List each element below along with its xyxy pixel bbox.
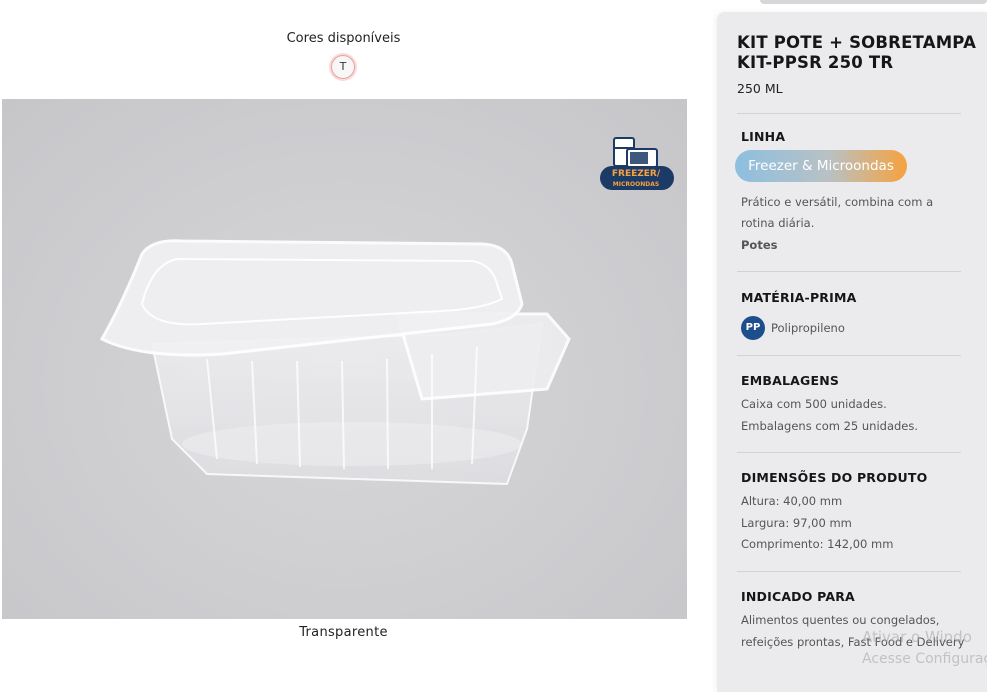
pp-badge: PP bbox=[741, 316, 765, 340]
divider bbox=[737, 452, 961, 453]
dimensao-comprimento: Comprimento: 142,00 mm bbox=[741, 537, 894, 551]
badge-line2: MICROONDAS bbox=[613, 181, 659, 188]
embalagens-line-2: Embalagens com 25 unidades. bbox=[741, 419, 919, 433]
product-image: FREEZER/ MICROONDAS bbox=[2, 99, 687, 619]
badge-line1: FREEZER/ bbox=[612, 169, 661, 179]
linha-freezer-microondas-pill[interactable]: Freezer & Microondas bbox=[735, 150, 907, 182]
dimensao-largura: Largura: 97,00 mm bbox=[741, 516, 852, 530]
linha-heading: LINHA bbox=[741, 129, 786, 144]
colors-available-title: Cores disponíveis bbox=[286, 31, 401, 46]
container-illustration bbox=[99, 239, 571, 486]
materia-prima-label: Polipropileno bbox=[771, 321, 845, 335]
linha-description-1: Prático e versátil, combina com a bbox=[741, 195, 934, 209]
embalagens-heading: EMBALAGENS bbox=[741, 373, 840, 388]
product-title: KIT POTE + SOBRETAMPA KIT-PPSR 250 TR bbox=[737, 33, 977, 72]
activation-watermark-line-2: Acesse Configuraç bbox=[862, 651, 987, 667]
panel-top-bar bbox=[760, 0, 987, 4]
product-volume: 250 ML bbox=[737, 81, 783, 96]
dimensoes-heading: DIMENSÕES DO PRODUTO bbox=[741, 470, 928, 485]
selected-color-caption: Transparente bbox=[299, 625, 388, 640]
linha-description-2: rotina diária. bbox=[741, 216, 815, 230]
color-swatch-transparent[interactable]: T bbox=[331, 55, 355, 79]
embalagens-line-1: Caixa com 500 unidades. bbox=[741, 397, 887, 411]
activation-watermark-line-1: Ativar o Windo bbox=[862, 628, 972, 646]
dimensao-altura: Altura: 40,00 mm bbox=[741, 494, 843, 508]
indicado-para-heading: INDICADO PARA bbox=[741, 589, 855, 604]
divider bbox=[737, 271, 961, 272]
linha-category: Potes bbox=[741, 238, 778, 252]
divider bbox=[737, 355, 961, 356]
materia-prima-heading: MATÉRIA-PRIMA bbox=[741, 290, 857, 305]
divider bbox=[737, 571, 961, 572]
divider bbox=[737, 113, 961, 114]
freezer-microondas-badge: FREEZER/ MICROONDAS bbox=[598, 135, 674, 191]
